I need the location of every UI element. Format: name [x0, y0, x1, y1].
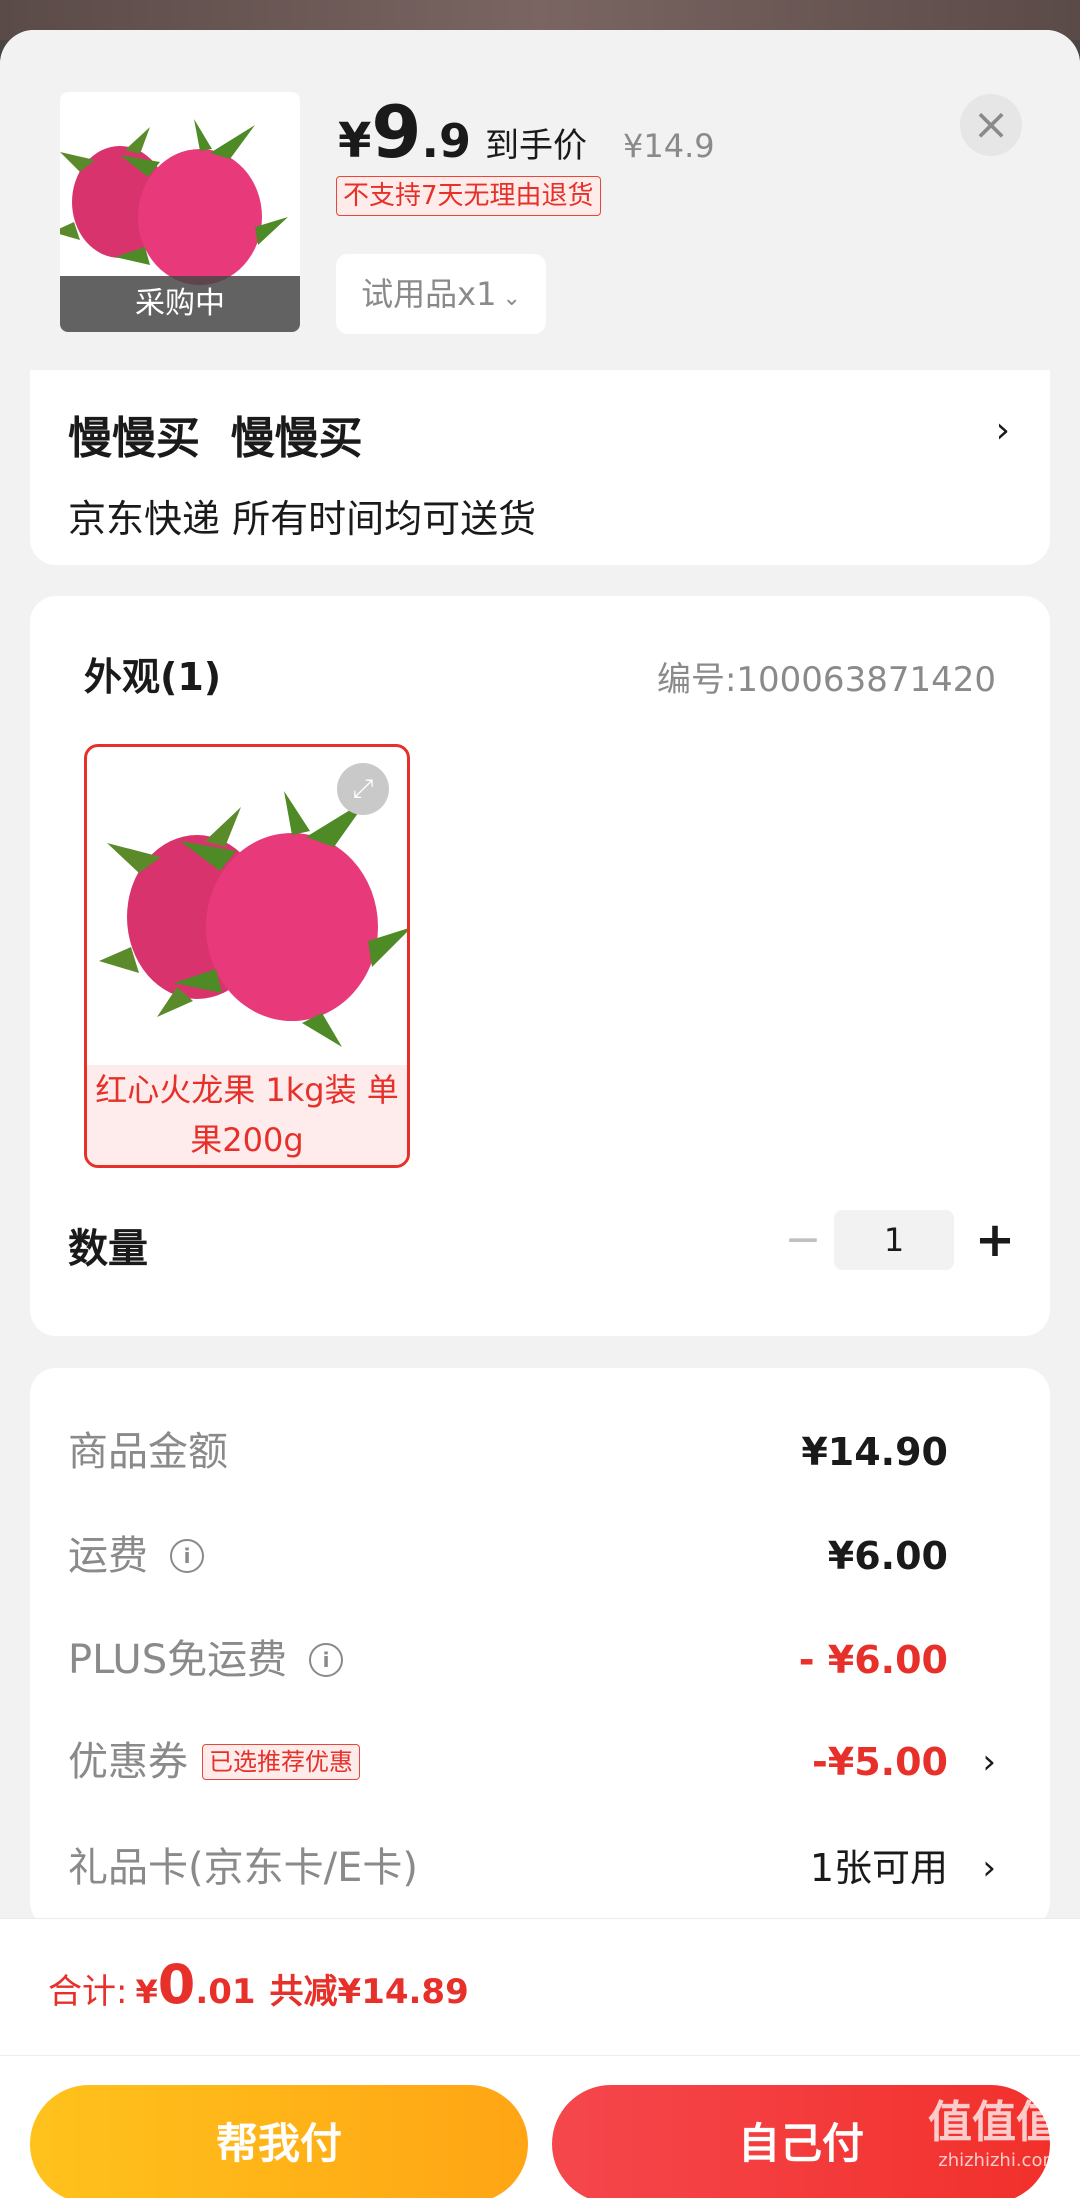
close-button[interactable]: ×	[960, 94, 1022, 156]
product-thumbnail[interactable]: 采购中	[60, 92, 300, 332]
chevron-right-icon: ›	[982, 1848, 996, 1888]
currency-symbol: ¥	[338, 113, 372, 169]
spec-selected-label: 试用品x1	[361, 275, 497, 313]
fee-value: ¥14.90	[801, 1430, 948, 1474]
delivery-title: 慢慢买 慢慢买	[68, 413, 363, 464]
spec-selector[interactable]: 试用品x1 ⌄	[336, 254, 546, 334]
info-icon[interactable]: i	[309, 1643, 344, 1677]
total-label: 合计:	[48, 1972, 128, 2012]
fee-value: -¥5.00	[812, 1740, 948, 1784]
price-label: 到手价	[485, 126, 587, 166]
fee-name-wrap: PLUS免运费 i	[68, 1630, 344, 1690]
price-decimal: .9	[421, 114, 471, 168]
close-icon: ×	[972, 99, 1010, 150]
fee-row-gift-card[interactable]: 礼品卡(京东卡/E卡) 1张可用 ›	[68, 1838, 1018, 1898]
quantity-input[interactable]: 1	[834, 1210, 954, 1270]
total-saved: 共减¥14.89	[269, 1972, 469, 2012]
purchase-sheet: 采购中 ¥ 9 .9 到手价 ¥14.9 不支持7天无理由退货 试用品x1 ⌄ ×…	[0, 30, 1080, 2198]
chevron-right-icon: ›	[995, 410, 1010, 451]
watermark: 值值值 zhizhizhi.com	[928, 2086, 1060, 2171]
fee-row-shipping: 运费 i ¥6.00	[68, 1526, 1018, 1586]
purchasing-badge: 采购中	[60, 276, 300, 332]
fee-name: PLUS免运费	[68, 1637, 288, 1683]
no-return-tag: 不支持7天无理由退货	[336, 176, 601, 216]
help-pay-button[interactable]: 帮我付	[30, 2085, 528, 2198]
checkout-footer: 合计: ¥ 0 .01 共减¥14.89 帮我付 自己付 值值值 zhizhiz…	[0, 1918, 1080, 2198]
fee-row-goods: 商品金额 ¥14.90	[68, 1422, 1018, 1482]
fee-card: 商品金额 ¥14.90 运费 i ¥6.00 PLUS免运费 i - ¥6.00…	[30, 1368, 1050, 1928]
appearance-title: 外观(1)	[84, 655, 222, 699]
fee-value: ¥6.00	[827, 1534, 948, 1578]
fee-name: 商品金额	[68, 1429, 228, 1475]
fee-name: 优惠券	[68, 1739, 188, 1785]
original-price: ¥14.9	[623, 127, 715, 165]
spec-card: 外观(1) 编号:100063871420 ⤢ 红心火龙果 1kg装 单果200…	[30, 596, 1050, 1336]
total-line: 合计: ¥ 0 .01 共减¥14.89	[48, 1953, 469, 2033]
total-currency: ¥	[135, 1973, 158, 2011]
expand-icon[interactable]: ⤢	[337, 763, 389, 815]
price-integer: 9	[371, 90, 422, 174]
info-icon[interactable]: i	[170, 1539, 204, 1573]
fee-row-coupon[interactable]: 优惠券 已选推荐优惠 -¥5.00 ›	[68, 1732, 1018, 1792]
fee-value: 1张可用	[809, 1846, 948, 1890]
sku-number: 编号:100063871420	[656, 660, 996, 700]
quantity-minus-button[interactable]: −	[778, 1210, 828, 1270]
fee-name: 运费	[68, 1533, 148, 1579]
fee-name-wrap: 优惠券 已选推荐优惠	[68, 1732, 360, 1792]
price-row: ¥ 9 .9 到手价 ¥14.9	[338, 90, 715, 174]
quantity-plus-button[interactable]: +	[970, 1210, 1020, 1270]
fee-row-plus-free-shipping: PLUS免运费 i - ¥6.00	[68, 1630, 1018, 1690]
total-decimal: .01	[195, 1972, 256, 2012]
fee-name-wrap: 运费 i	[68, 1526, 204, 1586]
fee-value: - ¥6.00	[798, 1638, 948, 1682]
chevron-down-icon: ⌄	[502, 286, 521, 311]
fee-name: 礼品卡(京东卡/E卡)	[68, 1845, 418, 1891]
spec-option[interactable]: ⤢ 红心火龙果 1kg装 单果200g	[84, 744, 410, 1168]
option-label: 红心火龙果 1kg装 单果200g	[87, 1065, 407, 1165]
divider	[0, 2055, 1080, 2056]
delivery-card[interactable]: 慢慢买 慢慢买 京东快递 所有时间均可送货 ›	[30, 370, 1050, 565]
watermark-text: 值值值	[928, 2097, 1060, 2148]
chevron-right-icon: ›	[982, 1742, 996, 1782]
delivery-subtitle: 京东快递 所有时间均可送货	[68, 497, 537, 541]
watermark-sub: zhizhizhi.com	[938, 2150, 1060, 2171]
product-header: 采购中 ¥ 9 .9 到手价 ¥14.9 不支持7天无理由退货 试用品x1 ⌄ ×	[0, 30, 1080, 370]
coupon-tag: 已选推荐优惠	[202, 1744, 360, 1780]
quantity-label: 数量	[68, 1226, 148, 1272]
total-integer: 0	[157, 1953, 196, 2016]
